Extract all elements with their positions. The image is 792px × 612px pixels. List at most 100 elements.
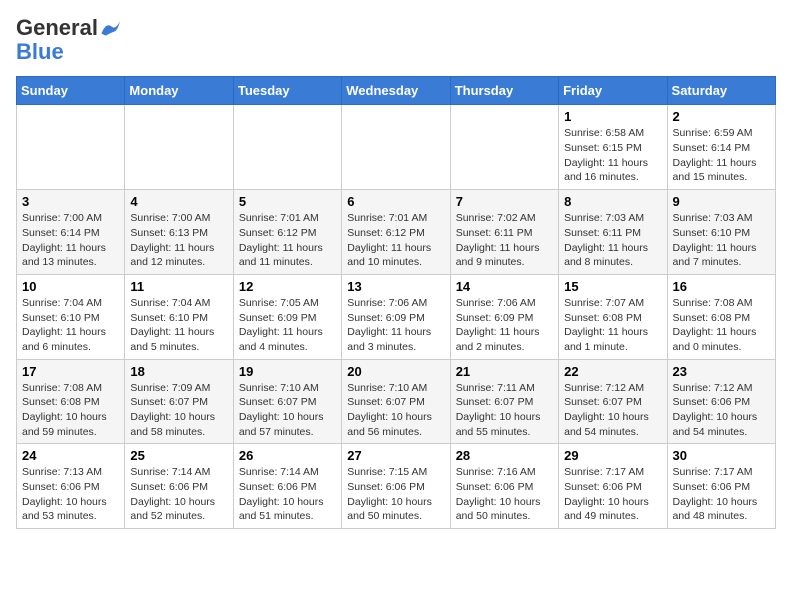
- calendar-cell: 18 Sunrise: 7:09 AM Sunset: 6:07 PM Dayli…: [125, 359, 233, 444]
- day-info: Sunrise: 7:03 AM Sunset: 6:11 PM Dayligh…: [564, 211, 661, 270]
- logo: General Blue: [16, 16, 122, 64]
- day-info: Sunrise: 7:07 AM Sunset: 6:08 PM Dayligh…: [564, 296, 661, 355]
- day-info: Sunrise: 7:00 AM Sunset: 6:14 PM Dayligh…: [22, 211, 119, 270]
- day-number: 2: [673, 109, 770, 124]
- day-number: 17: [22, 364, 119, 379]
- calendar-cell: 24 Sunrise: 7:13 AM Sunset: 6:06 PM Dayli…: [17, 444, 125, 529]
- week-row-4: 17 Sunrise: 7:08 AM Sunset: 6:08 PM Dayli…: [17, 359, 776, 444]
- day-number: 18: [130, 364, 227, 379]
- calendar-cell: 20 Sunrise: 7:10 AM Sunset: 6:07 PM Dayli…: [342, 359, 450, 444]
- day-info: Sunrise: 7:02 AM Sunset: 6:11 PM Dayligh…: [456, 211, 553, 270]
- day-info: Sunrise: 7:06 AM Sunset: 6:09 PM Dayligh…: [456, 296, 553, 355]
- calendar-cell: 6 Sunrise: 7:01 AM Sunset: 6:12 PM Daylig…: [342, 190, 450, 275]
- day-info: Sunrise: 7:10 AM Sunset: 6:07 PM Dayligh…: [347, 381, 444, 440]
- calendar-table: SundayMondayTuesdayWednesdayThursdayFrid…: [16, 76, 776, 529]
- day-info: Sunrise: 7:12 AM Sunset: 6:06 PM Dayligh…: [673, 381, 770, 440]
- calendar-cell: 30 Sunrise: 7:17 AM Sunset: 6:06 PM Dayli…: [667, 444, 775, 529]
- logo-bird-icon: [100, 19, 122, 37]
- day-number: 27: [347, 448, 444, 463]
- week-row-1: 1Sunrise: 6:58 AM Sunset: 6:15 PM Daylig…: [17, 105, 776, 190]
- calendar-cell: 13Sunrise: 7:06 AM Sunset: 6:09 PM Dayli…: [342, 274, 450, 359]
- day-number: 16: [673, 279, 770, 294]
- day-info: Sunrise: 7:03 AM Sunset: 6:10 PM Dayligh…: [673, 211, 770, 270]
- day-info: Sunrise: 7:15 AM Sunset: 6:06 PM Dayligh…: [347, 465, 444, 524]
- day-info: Sunrise: 7:17 AM Sunset: 6:06 PM Dayligh…: [564, 465, 661, 524]
- weekday-wednesday: Wednesday: [342, 77, 450, 105]
- day-info: Sunrise: 7:05 AM Sunset: 6:09 PM Dayligh…: [239, 296, 336, 355]
- day-info: Sunrise: 6:59 AM Sunset: 6:14 PM Dayligh…: [673, 126, 770, 185]
- day-info: Sunrise: 7:16 AM Sunset: 6:06 PM Dayligh…: [456, 465, 553, 524]
- calendar-cell: 23 Sunrise: 7:12 AM Sunset: 6:06 PM Dayli…: [667, 359, 775, 444]
- calendar-cell: 22 Sunrise: 7:12 AM Sunset: 6:07 PM Dayli…: [559, 359, 667, 444]
- calendar-cell: 1Sunrise: 6:58 AM Sunset: 6:15 PM Daylig…: [559, 105, 667, 190]
- weekday-tuesday: Tuesday: [233, 77, 341, 105]
- day-number: 21: [456, 364, 553, 379]
- day-number: 23: [673, 364, 770, 379]
- day-number: 30: [673, 448, 770, 463]
- calendar-cell: 10Sunrise: 7:04 AM Sunset: 6:10 PM Dayli…: [17, 274, 125, 359]
- calendar-cell: 4Sunrise: 7:00 AM Sunset: 6:13 PM Daylig…: [125, 190, 233, 275]
- weekday-saturday: Saturday: [667, 77, 775, 105]
- page-header: General Blue: [16, 16, 776, 64]
- day-number: 28: [456, 448, 553, 463]
- day-info: Sunrise: 7:04 AM Sunset: 6:10 PM Dayligh…: [130, 296, 227, 355]
- logo-general: General: [16, 16, 98, 40]
- day-number: 5: [239, 194, 336, 209]
- weekday-thursday: Thursday: [450, 77, 558, 105]
- calendar-cell: 8Sunrise: 7:03 AM Sunset: 6:11 PM Daylig…: [559, 190, 667, 275]
- calendar-cell: [233, 105, 341, 190]
- day-info: Sunrise: 7:14 AM Sunset: 6:06 PM Dayligh…: [130, 465, 227, 524]
- calendar-cell: 21 Sunrise: 7:11 AM Sunset: 6:07 PM Dayli…: [450, 359, 558, 444]
- calendar-cell: 29 Sunrise: 7:17 AM Sunset: 6:06 PM Dayli…: [559, 444, 667, 529]
- day-number: 19: [239, 364, 336, 379]
- day-number: 26: [239, 448, 336, 463]
- calendar-cell: 26Sunrise: 7:14 AM Sunset: 6:06 PM Dayli…: [233, 444, 341, 529]
- day-number: 12: [239, 279, 336, 294]
- weekday-header-row: SundayMondayTuesdayWednesdayThursdayFrid…: [17, 77, 776, 105]
- calendar-cell: 17 Sunrise: 7:08 AM Sunset: 6:08 PM Dayli…: [17, 359, 125, 444]
- day-number: 20: [347, 364, 444, 379]
- calendar-cell: 14 Sunrise: 7:06 AM Sunset: 6:09 PM Dayli…: [450, 274, 558, 359]
- day-info: Sunrise: 7:11 AM Sunset: 6:07 PM Dayligh…: [456, 381, 553, 440]
- day-number: 10: [22, 279, 119, 294]
- calendar-cell: 12 Sunrise: 7:05 AM Sunset: 6:09 PM Dayli…: [233, 274, 341, 359]
- weekday-monday: Monday: [125, 77, 233, 105]
- calendar-cell: 5Sunrise: 7:01 AM Sunset: 6:12 PM Daylig…: [233, 190, 341, 275]
- calendar-cell: [342, 105, 450, 190]
- day-number: 14: [456, 279, 553, 294]
- calendar-cell: 7 Sunrise: 7:02 AM Sunset: 6:11 PM Daylig…: [450, 190, 558, 275]
- calendar-cell: 19Sunrise: 7:10 AM Sunset: 6:07 PM Dayli…: [233, 359, 341, 444]
- week-row-5: 24 Sunrise: 7:13 AM Sunset: 6:06 PM Dayli…: [17, 444, 776, 529]
- week-row-2: 3 Sunrise: 7:00 AM Sunset: 6:14 PM Daylig…: [17, 190, 776, 275]
- day-info: Sunrise: 7:17 AM Sunset: 6:06 PM Dayligh…: [673, 465, 770, 524]
- day-number: 22: [564, 364, 661, 379]
- day-number: 3: [22, 194, 119, 209]
- day-number: 15: [564, 279, 661, 294]
- calendar-cell: 3 Sunrise: 7:00 AM Sunset: 6:14 PM Daylig…: [17, 190, 125, 275]
- logo-blue: Blue: [16, 40, 64, 64]
- calendar-cell: 16 Sunrise: 7:08 AM Sunset: 6:08 PM Dayli…: [667, 274, 775, 359]
- day-info: Sunrise: 7:08 AM Sunset: 6:08 PM Dayligh…: [673, 296, 770, 355]
- day-number: 6: [347, 194, 444, 209]
- day-number: 29: [564, 448, 661, 463]
- day-info: Sunrise: 7:08 AM Sunset: 6:08 PM Dayligh…: [22, 381, 119, 440]
- calendar-cell: 27 Sunrise: 7:15 AM Sunset: 6:06 PM Dayli…: [342, 444, 450, 529]
- day-info: Sunrise: 7:01 AM Sunset: 6:12 PM Dayligh…: [347, 211, 444, 270]
- weekday-sunday: Sunday: [17, 77, 125, 105]
- day-number: 9: [673, 194, 770, 209]
- calendar-cell: 2 Sunrise: 6:59 AM Sunset: 6:14 PM Daylig…: [667, 105, 775, 190]
- day-info: Sunrise: 7:13 AM Sunset: 6:06 PM Dayligh…: [22, 465, 119, 524]
- day-info: Sunrise: 7:09 AM Sunset: 6:07 PM Dayligh…: [130, 381, 227, 440]
- calendar-cell: 11 Sunrise: 7:04 AM Sunset: 6:10 PM Dayli…: [125, 274, 233, 359]
- day-info: Sunrise: 7:12 AM Sunset: 6:07 PM Dayligh…: [564, 381, 661, 440]
- day-number: 24: [22, 448, 119, 463]
- day-number: 11: [130, 279, 227, 294]
- day-number: 1: [564, 109, 661, 124]
- calendar-cell: [17, 105, 125, 190]
- calendar-cell: 9 Sunrise: 7:03 AM Sunset: 6:10 PM Daylig…: [667, 190, 775, 275]
- day-info: Sunrise: 7:00 AM Sunset: 6:13 PM Dayligh…: [130, 211, 227, 270]
- day-number: 7: [456, 194, 553, 209]
- calendar-cell: [125, 105, 233, 190]
- calendar-cell: 28 Sunrise: 7:16 AM Sunset: 6:06 PM Dayli…: [450, 444, 558, 529]
- day-number: 25: [130, 448, 227, 463]
